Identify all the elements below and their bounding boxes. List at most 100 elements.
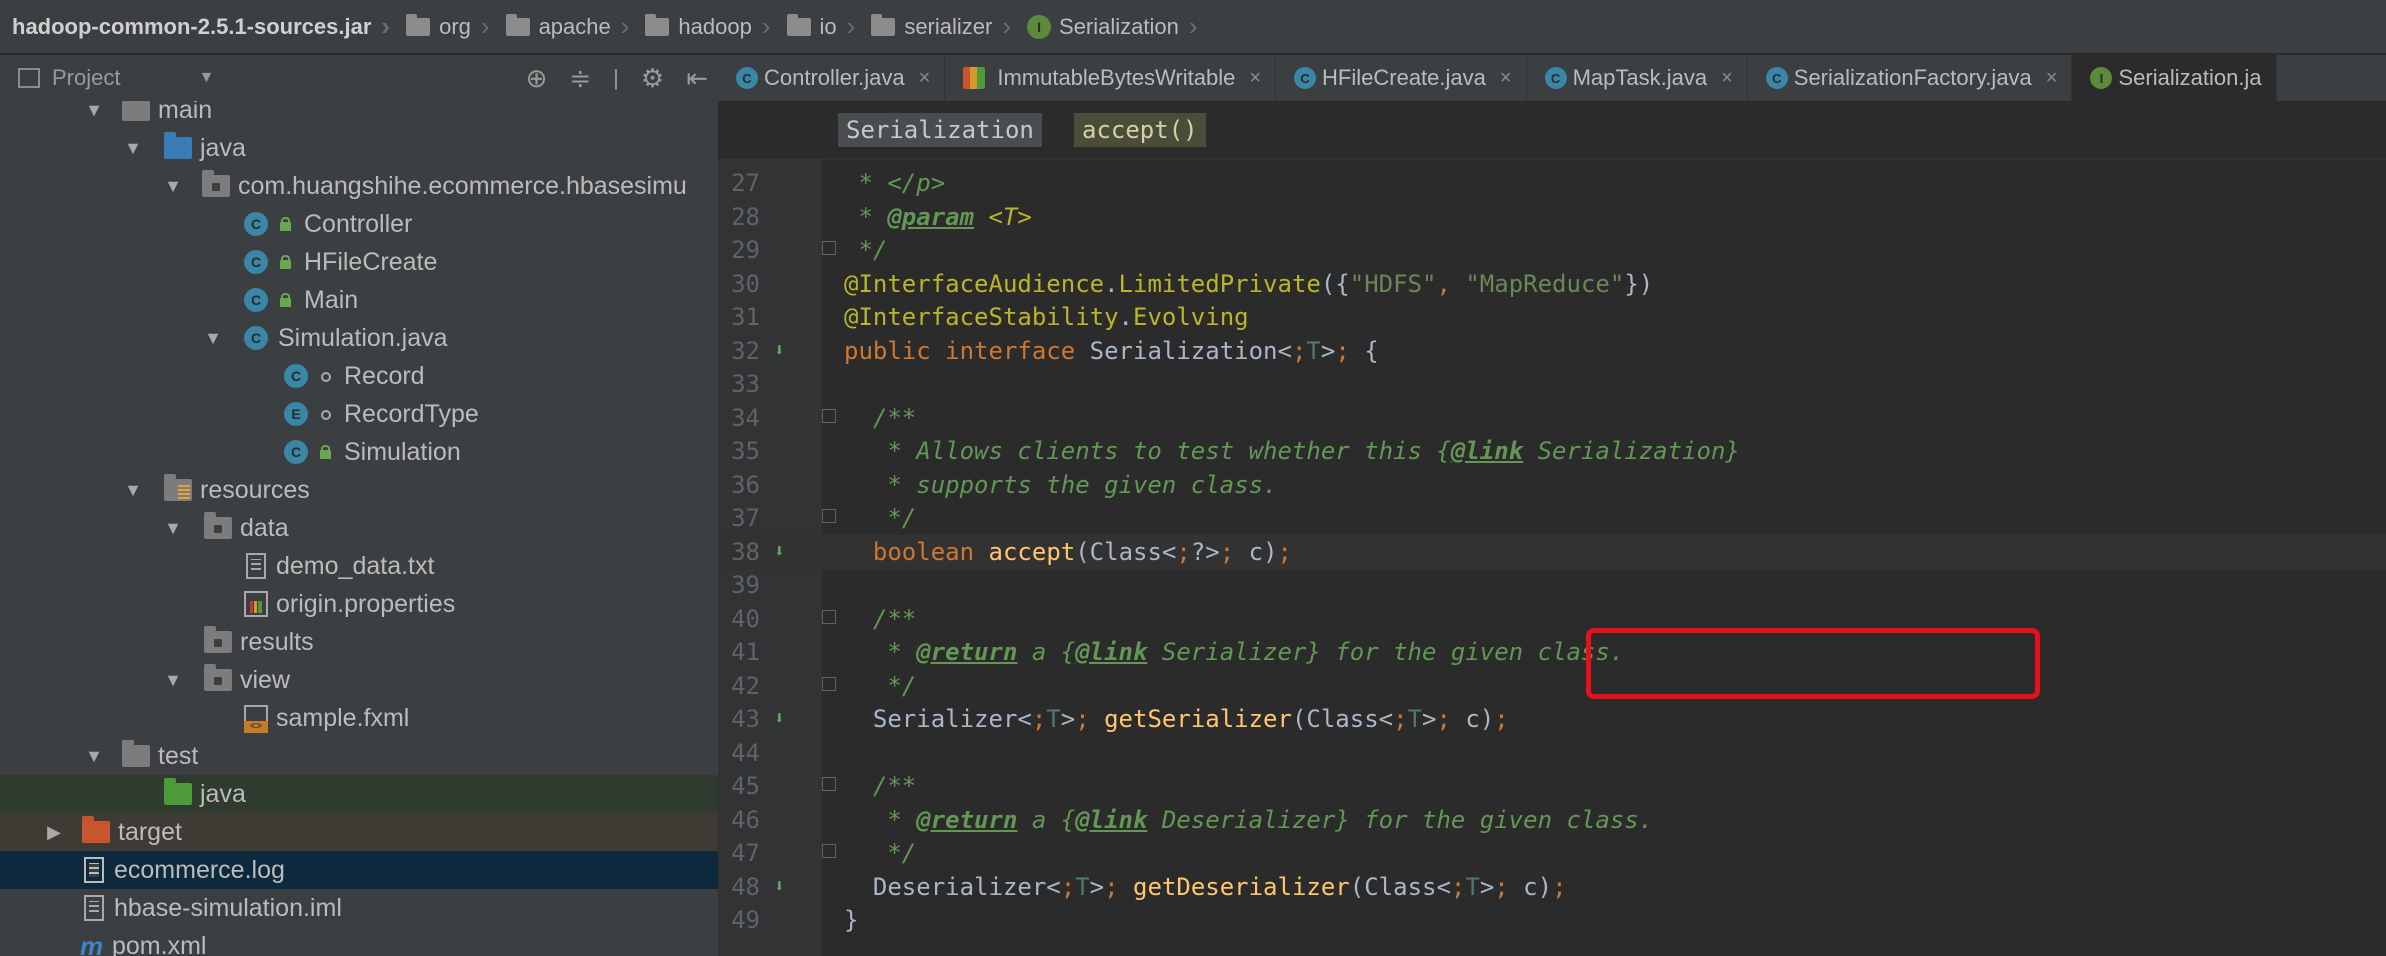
code-line[interactable]: 38 ⬇ boolean accept(Class<;?>; c); <box>718 534 2386 569</box>
tree-item-main-class[interactable]: C Main <box>0 281 718 319</box>
tree-item-simulation-java[interactable]: ▼ C Simulation.java <box>0 319 718 357</box>
code-text: } <box>844 906 859 934</box>
tree-item-data[interactable]: ▼ data <box>0 509 718 547</box>
tree-item-test-java[interactable]: java <box>0 775 718 813</box>
implemented-marker-icon[interactable]: ⬇ <box>774 870 785 904</box>
implemented-marker-icon[interactable]: ⬇ <box>774 334 785 368</box>
tree-item-controller[interactable]: C Controller <box>0 205 718 243</box>
breadcrumb-serialization[interactable]: I Serialization › <box>1017 11 1204 42</box>
chevron-down-icon[interactable]: ▼ <box>84 746 104 767</box>
tree-item-view[interactable]: ▼ view <box>0 661 718 699</box>
code-line[interactable]: 41 * @return a {@link Serializer} for th… <box>718 635 2386 669</box>
fold-icon[interactable] <box>822 509 836 523</box>
code-editor[interactable]: Serialization accept() 27 * </p> 28 * @pa… <box>718 101 2386 956</box>
code-line[interactable]: 47 */ <box>718 836 2386 870</box>
code-line[interactable]: 31 @InterfaceStability.Evolving <box>718 300 2386 334</box>
tree-item-resources[interactable]: ▼ resources <box>0 471 718 509</box>
implemented-marker-icon[interactable]: ⬇ <box>774 702 785 736</box>
code-text: * @return a {@link Deserializer} for the… <box>844 805 1654 834</box>
code-line[interactable]: 33 <box>718 367 2386 401</box>
code-line[interactable]: 40 /** <box>718 602 2386 636</box>
tree-item-recordtype[interactable]: E RecordType <box>0 395 718 433</box>
code-line[interactable]: 35 * Allows clients to test whether this… <box>718 434 2386 468</box>
implemented-marker-icon[interactable]: ⬇ <box>774 535 785 569</box>
tab-immutablebyteswritable[interactable]: ImmutableBytesWritable × <box>945 55 1277 101</box>
tree-item-package[interactable]: ▼ com.huangshihe.ecommerce.hbasesimu <box>0 167 718 205</box>
class-icon: C <box>736 67 758 89</box>
code-line[interactable]: 45 /** <box>718 769 2386 803</box>
tree-item-hfilecreate[interactable]: C HFileCreate <box>0 243 718 281</box>
tree-item-target[interactable]: ▶ target <box>0 813 718 851</box>
code-line[interactable]: 36 * supports the given class. <box>718 468 2386 502</box>
breadcrumb-serializer[interactable]: serializer › <box>861 11 1017 42</box>
breadcrumb-apache[interactable]: apache › <box>496 11 636 42</box>
tree-item-record[interactable]: C Record <box>0 357 718 395</box>
hide-panel-icon[interactable]: ⇤ <box>686 63 708 94</box>
chevron-down-icon[interactable]: ▼ <box>198 69 214 87</box>
code-line[interactable]: 34 /** <box>718 401 2386 435</box>
tab-hfilecreate[interactable]: C HFileCreate.java × <box>1276 55 1527 101</box>
chevron-down-icon[interactable]: ▼ <box>84 101 104 121</box>
tree-item-ecommerce-log[interactable]: ecommerce.log <box>0 851 718 889</box>
tree-item-demo-data[interactable]: demo_data.txt <box>0 547 718 585</box>
code-line[interactable]: 37 */ <box>718 501 2386 535</box>
editor-crumb-method[interactable]: accept() <box>1074 113 1206 147</box>
code-line[interactable]: 42 */ <box>718 669 2386 703</box>
code-line[interactable]: 43 ⬇ Serializer<;T>; getSerializer(Class<… <box>718 702 2386 736</box>
code-line[interactable]: 39 <box>718 568 2386 602</box>
editor-crumb-interface[interactable]: Serialization <box>838 113 1042 147</box>
code-line[interactable]: 44 <box>718 736 2386 770</box>
tree-item-sample-fxml[interactable]: sample.fxml <box>0 699 718 737</box>
fold-icon[interactable] <box>822 777 836 791</box>
code-line[interactable]: 29 */ <box>718 233 2386 267</box>
tree-item-results[interactable]: results <box>0 623 718 661</box>
tab-maptask[interactable]: C MapTask.java × <box>1527 55 1748 101</box>
code-text: * Allows clients to test whether this {@… <box>844 437 1740 465</box>
chevron-down-icon[interactable]: ▼ <box>163 518 183 539</box>
chevron-down-icon[interactable]: ▼ <box>123 480 143 501</box>
tree-item-java[interactable]: ▼ java <box>0 129 718 167</box>
chevron-down-icon[interactable]: ▼ <box>123 138 143 159</box>
close-icon[interactable]: × <box>1249 67 1261 90</box>
fold-icon[interactable] <box>822 241 836 255</box>
tab-controller[interactable]: C Controller.java × <box>718 55 946 101</box>
breadcrumb-hadoop[interactable]: hadoop › <box>635 11 776 42</box>
fold-icon[interactable] <box>822 609 836 624</box>
close-icon[interactable]: × <box>1721 67 1733 90</box>
tree-label: HFileCreate <box>304 247 438 276</box>
code-line[interactable]: 46 * @return a {@link Deserializer} for … <box>718 803 2386 837</box>
tree-item-test[interactable]: ▼ test <box>0 737 718 775</box>
tree-item-main[interactable]: ▼ main <box>0 101 718 129</box>
locate-icon[interactable]: ⊕ <box>526 63 548 94</box>
breadcrumb-jar[interactable]: hadoop-common-2.5.1-sources.jar › <box>0 11 396 42</box>
collapse-all-icon[interactable]: ≑ <box>569 63 591 94</box>
tree-item-simulation[interactable]: C Simulation <box>0 433 718 471</box>
close-icon[interactable]: × <box>2046 67 2058 90</box>
code-line[interactable]: 30 @InterfaceAudience.LimitedPrivate({"HD… <box>718 267 2386 301</box>
chevron-down-icon[interactable]: ▼ <box>203 328 223 349</box>
code-line[interactable]: 28 * @param <T> <box>718 200 2386 234</box>
chevron-right-icon[interactable]: ▶ <box>44 822 64 843</box>
close-icon[interactable]: × <box>1500 67 1512 90</box>
fold-icon[interactable] <box>822 676 836 691</box>
fold-icon[interactable] <box>822 844 836 858</box>
breadcrumb-io[interactable]: io › <box>777 11 862 42</box>
folder-icon <box>204 626 232 653</box>
code-line[interactable]: 48 ⬇ Deserializer<;T>; getDeserializer(Cl… <box>718 870 2386 904</box>
project-view-selector[interactable]: Project <box>52 65 120 91</box>
tree-item-iml[interactable]: hbase-simulation.iml <box>0 889 718 927</box>
tab-serialization[interactable]: I Serialization.ja <box>2072 55 2277 101</box>
breadcrumb-org[interactable]: org › <box>396 11 495 42</box>
tree-item-origin-properties[interactable]: origin.properties <box>0 585 718 623</box>
chevron-down-icon[interactable]: ▼ <box>163 176 183 197</box>
code-line[interactable]: 49} <box>718 903 2386 937</box>
gear-icon[interactable]: ⚙ <box>641 63 664 94</box>
code-line[interactable]: 27 * </p> <box>718 166 2386 200</box>
class-icon: C <box>244 326 268 350</box>
code-line[interactable]: 32 ⬇ public interface Serialization<;T>; { <box>718 334 2386 368</box>
chevron-down-icon[interactable]: ▼ <box>163 670 183 691</box>
close-icon[interactable]: × <box>919 67 931 90</box>
fold-icon[interactable] <box>822 408 836 423</box>
tab-serializationfactory[interactable]: C SerializationFactory.java × <box>1748 55 2073 101</box>
tree-item-pom[interactable]: m pom.xml <box>0 927 718 956</box>
